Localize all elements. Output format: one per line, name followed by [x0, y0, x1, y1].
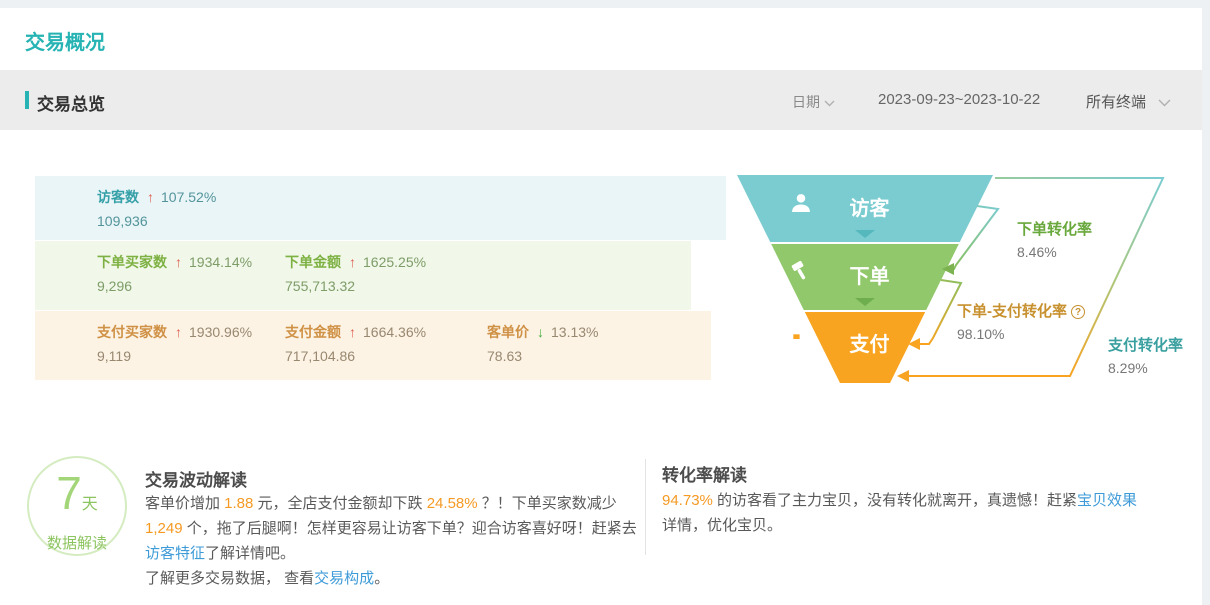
metric-percent: 1930.96%: [189, 324, 252, 340]
conversion-pay-rate: 支付转化率 8.29%: [1108, 334, 1183, 376]
conversion-order-pay-rate: 下单-支付转化率? 98.10%: [957, 300, 1085, 342]
conversion-order-rate: 下单转化率 8.46%: [1017, 218, 1092, 260]
funnel-stage-visitor: 访客: [790, 192, 940, 221]
metric-percent: 107.52%: [161, 189, 216, 205]
metric-label: 访客数: [97, 189, 139, 205]
metric-pay-buyers: 支付买家数 ↑ 1930.96% 9,119: [97, 322, 252, 364]
trend-up-icon: ↑: [147, 189, 154, 205]
text-segment: 24.58%: [427, 495, 478, 512]
badge-unit: 天: [82, 496, 98, 513]
trend-up-icon: ↑: [349, 254, 356, 270]
arrowhead-icon: [897, 370, 909, 382]
funnel-stage-order: 下单: [790, 260, 940, 289]
help-icon[interactable]: ?: [1071, 305, 1085, 319]
badge-number: 7: [56, 467, 82, 519]
text-segment: 详情，优化宝贝。: [662, 517, 782, 534]
text-segment: 。: [374, 570, 389, 587]
metric-label: 下单金额: [285, 254, 341, 270]
text-segment: 个，拖了后腿啊！怎样更容易让访客下单？迎合访客喜好呀！赶紧去: [183, 520, 637, 537]
conversion-value: 8.46%: [1017, 244, 1092, 260]
insight-right-title: 转化率解读: [662, 461, 747, 486]
terminal-filter-dropdown[interactable]: 所有终端: [1086, 91, 1146, 112]
text-segment: 了解详情吧。: [205, 545, 295, 562]
page: 交易概况 交易总览 日期 2023-09-23~2023-10-22 所有终端 …: [0, 0, 1210, 605]
badge-caption: 数据解读: [29, 532, 125, 553]
funnel-stage-pay: 支付: [790, 328, 940, 357]
conversion-value: 98.10%: [957, 326, 1085, 342]
date-range-value[interactable]: 2023-09-23~2023-10-22: [878, 91, 1040, 108]
conversion-label: 支付转化率: [1108, 334, 1183, 355]
date-filter-dropdown[interactable]: 日期: [792, 92, 835, 112]
conversion-label: 下单-支付转化率: [957, 303, 1067, 320]
funnel-stage-label: 访客: [850, 192, 890, 221]
text-segment: 94.73%: [662, 492, 713, 509]
metric-value: 755,713.32: [285, 278, 426, 294]
metrics-row-order: 下单买家数 ↑ 1934.14% 9,296 下单金额 ↑ 1625.25% 755,7…: [35, 241, 691, 310]
metric-value: 78.63: [487, 348, 598, 364]
metric-percent: 1625.25%: [363, 254, 426, 270]
main-content: 访客数 ↑ 107.52% 109,936 下单买家数 ↑ 1934.14% 9,296…: [0, 130, 1202, 605]
metric-pay-amount: 支付金额 ↑ 1664.36% 717,104.86: [285, 322, 426, 364]
metric-avg-order-value: 客单价 ↓ 13.13% 78.63: [487, 322, 598, 364]
insight-left-text: 客单价增加 1.88 元，全店支付金额却下跌 24.58% ？！下单买家数减少 …: [145, 491, 639, 591]
text-segment: ？！下单买家数减少: [478, 495, 617, 512]
date-filter-label: 日期: [792, 94, 820, 110]
metric-label: 客单价: [487, 324, 529, 340]
text-segment: 1.88: [224, 495, 253, 512]
section-accent-bar: [25, 91, 29, 109]
chevron-down-icon: [824, 94, 835, 110]
metrics-row-payment: 支付买家数 ↑ 1930.96% 9,119 支付金额 ↑ 1664.36% 717,1…: [35, 311, 711, 380]
data-period-badge: 7天 数据解读: [27, 456, 127, 556]
text-link[interactable]: 宝贝效果: [1077, 492, 1137, 509]
page-title: 交易概况: [25, 26, 105, 55]
metric-visitor-count: 访客数 ↑ 107.52% 109,936: [97, 187, 216, 229]
funnel-stage-label: 支付: [850, 328, 890, 357]
text-segment: 了解更多交易数据， 查看: [145, 570, 314, 587]
insight-right-text: 94.73% 的访客看了主力宝贝，没有转化就离开，真遗憾！赶紧宝贝效果详情，优化…: [662, 488, 1142, 538]
page-header: 交易概况: [0, 8, 1202, 70]
metric-percent: 1664.36%: [363, 324, 426, 340]
metric-percent: 13.13%: [551, 324, 598, 340]
metric-value: 9,119: [97, 348, 252, 364]
section-title: 交易总览: [37, 90, 105, 115]
text-segment: 的访客看了主力宝贝，没有转化就离开，真遗憾！赶紧: [713, 492, 1077, 509]
text-segment: 1,249: [145, 520, 183, 537]
conversion-value: 8.29%: [1108, 360, 1183, 376]
metric-order-amount: 下单金额 ↑ 1625.25% 755,713.32: [285, 252, 426, 294]
page-right-margin: [1202, 0, 1210, 605]
conversion-label: 下单转化率: [1017, 218, 1092, 239]
chevron-down-icon[interactable]: [1158, 94, 1171, 112]
conversion-funnel-chart: 访客 下单 支付 下单转化率 8.46% 下单-支付转化率? 98.10% 支付…: [730, 158, 1210, 405]
metric-order-buyers: 下单买家数 ↑ 1934.14% 9,296: [97, 252, 252, 294]
insight-left-title: 交易波动解读: [145, 466, 247, 491]
text-link[interactable]: 访客特征: [145, 545, 205, 562]
trend-up-icon: ↑: [175, 324, 182, 340]
metric-value: 9,296: [97, 278, 252, 294]
metric-label: 下单买家数: [97, 254, 167, 270]
text-link[interactable]: 交易构成: [314, 570, 374, 587]
metric-value: 717,104.86: [285, 348, 426, 364]
trend-up-icon: ↑: [175, 254, 182, 270]
metric-label: 支付金额: [285, 324, 341, 340]
metric-value: 109,936: [97, 213, 216, 229]
section-header: 交易总览 日期 2023-09-23~2023-10-22 所有终端: [0, 70, 1202, 130]
text-segment: 客单价增加: [145, 495, 224, 512]
trend-down-icon: ↓: [537, 324, 544, 340]
metric-percent: 1934.14%: [189, 254, 252, 270]
funnel-stage-label: 下单: [850, 260, 890, 289]
trend-up-icon: ↑: [349, 324, 356, 340]
vertical-divider: [645, 459, 646, 555]
text-segment: 元，全店支付金额却下跌: [253, 495, 426, 512]
metrics-row-visitor: 访客数 ↑ 107.52% 109,936: [35, 176, 726, 240]
metric-label: 支付买家数: [97, 324, 167, 340]
